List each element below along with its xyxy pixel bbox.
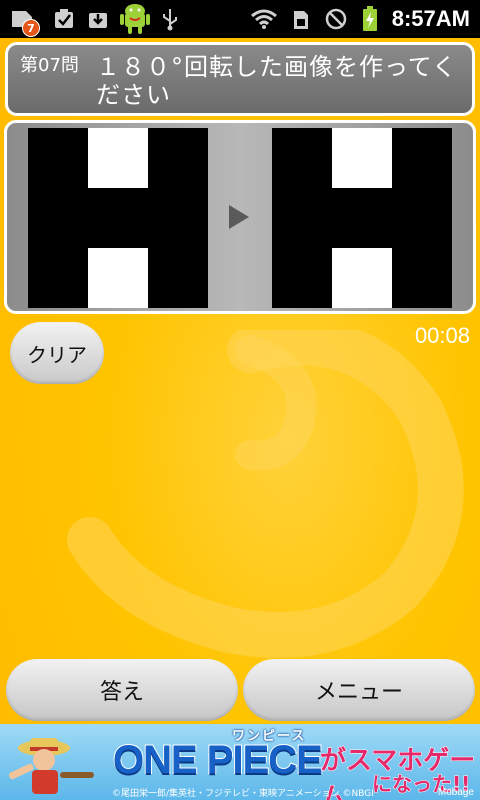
grid-cell[interactable] <box>332 128 392 188</box>
checklist-icon <box>52 5 76 33</box>
android-icon <box>120 4 150 34</box>
usb-icon <box>160 5 180 33</box>
puzzle-panel <box>4 120 476 314</box>
grid-cell <box>148 128 208 188</box>
grid-cell[interactable] <box>272 248 332 308</box>
grid-cell <box>148 188 208 248</box>
question-header: 第07問 １８０°回転した画像を作ってください <box>5 42 475 116</box>
status-bar: 7 8:57AM <box>0 0 480 38</box>
ad-brand: Mobage <box>437 787 474 798</box>
grid-cell[interactable] <box>272 188 332 248</box>
sd-card-icon <box>292 5 310 33</box>
play-arrow-icon <box>229 205 249 229</box>
status-clock: 8:57AM <box>391 6 470 31</box>
ad-logo: ONE PIECE <box>112 737 324 783</box>
download-icon <box>86 5 110 33</box>
question-text: １８０°回転した画像を作ってください <box>96 53 458 109</box>
source-pattern-grid <box>28 128 208 308</box>
notification-indicator[interactable]: 7 <box>8 5 42 37</box>
grid-cell[interactable] <box>392 248 452 308</box>
no-signal-icon <box>324 5 348 33</box>
ad-banner[interactable]: ワンピース ONE PIECE がスマホゲーム になった!! ©尾田栄一郎/集英… <box>0 724 480 800</box>
grid-cell[interactable] <box>392 128 452 188</box>
grid-cell <box>88 128 148 188</box>
grid-cell[interactable] <box>332 248 392 308</box>
elapsed-timer: 00:08 <box>414 323 470 348</box>
grid-cell <box>88 188 148 248</box>
ad-credit: ©尾田栄一郎/集英社・フジテレビ・東映アニメーション ©NBGI <box>112 789 374 799</box>
grid-cell <box>28 188 88 248</box>
grid-cell[interactable] <box>332 188 392 248</box>
answer-button[interactable]: 答え <box>6 659 238 721</box>
grid-cell[interactable] <box>272 128 332 188</box>
ad-character-illustration <box>8 738 94 794</box>
grid-cell <box>28 128 88 188</box>
clear-button[interactable]: クリア <box>10 322 104 384</box>
notification-count-badge: 7 <box>22 19 40 37</box>
menu-button[interactable]: メニュー <box>243 659 475 721</box>
wifi-icon <box>250 5 278 33</box>
grid-cell <box>88 248 148 308</box>
grid-cell <box>148 248 208 308</box>
grid-cell[interactable] <box>392 188 452 248</box>
battery-charging-icon <box>362 5 378 33</box>
answer-pattern-grid[interactable] <box>272 128 452 308</box>
question-number: 第07問 <box>20 55 79 76</box>
grid-cell <box>28 248 88 308</box>
